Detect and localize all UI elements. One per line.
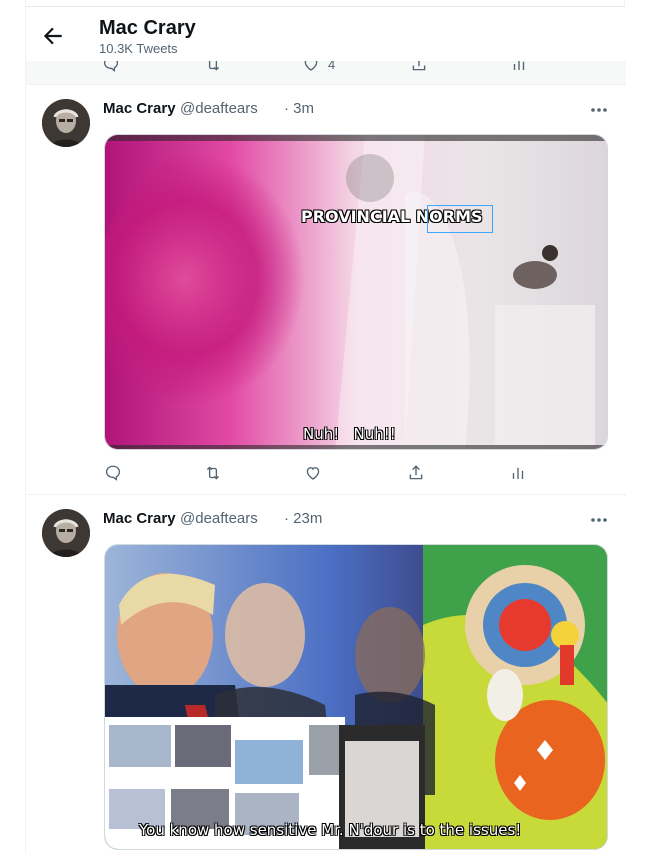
timestamp[interactable]: · 23m (284, 510, 322, 527)
share-button[interactable] (410, 61, 428, 73)
collage-image (105, 545, 607, 849)
avatar-face-icon (42, 99, 90, 147)
handle[interactable]: @deaftears (180, 510, 258, 527)
timestamp[interactable]: · 3m (284, 100, 314, 117)
analytics-icon (512, 467, 524, 479)
tweet-actions (104, 464, 608, 484)
display-name[interactable]: Mac Crary (103, 100, 176, 117)
like-button[interactable]: 4 (302, 61, 335, 73)
heart-icon (306, 467, 320, 480)
tweet-media-gif[interactable]: PROVINCIAL NORMS Nuh! Nuh!! (104, 134, 608, 450)
reply-icon (103, 61, 119, 72)
reply-button[interactable] (102, 61, 120, 73)
tweet-count: 10.3K Tweets (99, 41, 178, 56)
tweet-media-image[interactable]: You know how sensitive Mr. N'dour is to … (104, 544, 608, 850)
analytics-button[interactable] (509, 464, 527, 482)
like-count: 4 (328, 61, 336, 72)
retweet-icon (207, 61, 220, 71)
arrow-left-icon (43, 27, 62, 45)
analytics-icon (513, 61, 525, 70)
tweet[interactable]: Mac Crary @deaftears · 3m PROVINCIAL NOR… (26, 86, 626, 495)
share-icon (412, 61, 426, 71)
retweet-button[interactable] (204, 61, 222, 73)
timeline-column: Mac Crary 10.3K Tweets 4 Mac Crary @deaf… (25, 0, 626, 854)
handle[interactable]: @deaftears (180, 100, 258, 117)
back-button[interactable] (40, 23, 66, 49)
more-button[interactable] (588, 511, 610, 529)
like-button[interactable] (304, 464, 322, 482)
tweet[interactable]: Mac Crary @deaftears · 23m You know how … (26, 496, 626, 854)
more-icon (591, 518, 607, 522)
share-button[interactable] (407, 464, 425, 482)
more-icon (591, 108, 607, 112)
reply-icon (105, 465, 121, 481)
avatar[interactable] (42, 99, 90, 147)
reply-button[interactable] (104, 464, 122, 482)
retweet-button[interactable] (204, 464, 222, 482)
analytics-button[interactable] (510, 61, 528, 73)
heart-icon (304, 61, 318, 71)
more-button[interactable] (588, 101, 610, 119)
share-icon (409, 465, 423, 480)
display-name[interactable]: Mac Crary (103, 510, 176, 527)
avatar[interactable] (42, 509, 90, 557)
caption-bottom: You know how sensitive Mr. N'dour is to … (139, 821, 522, 839)
profile-header: Mac Crary 10.3K Tweets (26, 7, 626, 61)
retweet-icon (206, 466, 220, 480)
page-title: Mac Crary (99, 17, 196, 39)
pink-bride-image (105, 135, 607, 449)
previous-tweet-actions: 4 (26, 61, 626, 85)
caption-bottom: Nuh! Nuh!! (303, 425, 396, 443)
avatar-face-icon (42, 509, 90, 557)
selection-box (427, 205, 493, 233)
